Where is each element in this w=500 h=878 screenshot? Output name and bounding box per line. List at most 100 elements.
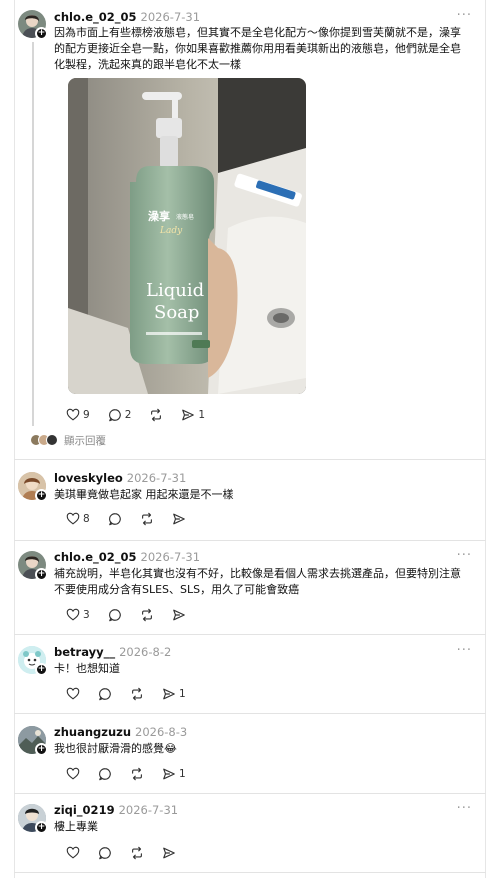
bottle-script-text: Lady (159, 226, 183, 236)
like-button[interactable] (66, 767, 80, 781)
divider (14, 459, 486, 460)
divider (14, 540, 486, 541)
username[interactable]: betrayy__ (54, 645, 115, 659)
post-header: chlo.e_02_05 2026-7-31 (54, 550, 200, 564)
post-actions (66, 845, 194, 861)
share-icon (182, 409, 195, 421)
reply-avatar (46, 434, 58, 446)
username[interactable]: chlo.e_02_05 (54, 10, 137, 24)
follow-plus-icon[interactable]: + (18, 726, 48, 756)
like-button[interactable]: 8 (66, 512, 90, 526)
share-button[interactable] (172, 608, 186, 622)
timestamp: 2026-7-31 (118, 803, 179, 817)
repost-button[interactable] (130, 846, 144, 860)
comment-button[interactable] (98, 846, 112, 860)
like-count: 8 (83, 513, 90, 525)
bottle-brand-sub-text: 液態皂 (176, 213, 194, 221)
share-count: 1 (179, 688, 186, 700)
share-button[interactable] (162, 846, 176, 860)
like-count: 3 (83, 609, 90, 621)
more-icon[interactable]: ··· (457, 801, 472, 816)
comment-button[interactable] (108, 512, 122, 526)
post-actions: 1 (66, 686, 204, 702)
post-image[interactable]: 澡享 液態皂 Lady Liquid Soap (68, 78, 306, 394)
more-icon[interactable]: ··· (457, 643, 472, 658)
post-text: 補充說明，半皂化其實也沒有不好，比較像是看個人需求去挑選產品，但要特別注意不要使… (54, 567, 461, 596)
like-button[interactable]: 9 (66, 408, 90, 422)
share-button[interactable]: 1 (162, 687, 186, 701)
comment-icon (108, 409, 121, 422)
follow-plus-icon[interactable]: + (18, 551, 48, 581)
heart-icon (66, 408, 80, 421)
post-text: 因為市面上有些標榜液態皂，但其實不是全皂化配方～像你提到雪芙蘭就不是，澡享的配方… (54, 26, 461, 71)
like-button[interactable] (66, 846, 80, 860)
follow-plus-icon[interactable]: + (18, 646, 48, 676)
follow-plus-icon[interactable]: + (18, 804, 48, 834)
repost-button[interactable] (130, 767, 144, 781)
comment-button[interactable] (98, 767, 112, 781)
bottle-brand-text: 澡享 (148, 209, 170, 223)
post-text: 卡！也想知道 (54, 662, 120, 675)
post-actions: 1 (66, 766, 204, 782)
follow-plus-icon[interactable]: + (18, 472, 48, 502)
divider (14, 634, 486, 635)
post-text: 我也很討厭滑滑的感覺😂 (54, 742, 177, 755)
heart-icon (66, 512, 80, 525)
post-header: loveskyleo 2026-7-31 (54, 471, 186, 485)
show-replies[interactable]: 顯示回覆 (30, 432, 106, 448)
share-icon (172, 513, 185, 525)
comment-button[interactable] (98, 687, 112, 701)
timestamp: 2026-7-31 (140, 10, 201, 24)
username[interactable]: loveskyleo (54, 471, 123, 485)
divider (14, 713, 486, 714)
share-button[interactable]: 1 (162, 767, 186, 781)
timestamp: 2026-7-31 (126, 471, 187, 485)
like-button[interactable] (66, 687, 80, 701)
more-icon[interactable]: ··· (457, 548, 472, 563)
show-replies-label: 顯示回覆 (64, 434, 106, 447)
thread-line (32, 42, 34, 426)
post-actions: 8 (66, 511, 204, 527)
share-icon (163, 847, 175, 859)
post-header: chlo.e_02_05 2026-7-31 (54, 10, 200, 24)
post-actions: 9 2 1 (66, 407, 223, 423)
more-icon[interactable]: ··· (457, 8, 472, 23)
username[interactable]: chlo.e_02_05 (54, 550, 137, 564)
timestamp: 2026-8-3 (135, 725, 188, 739)
comment-icon (108, 609, 121, 622)
repost-button[interactable] (149, 408, 163, 422)
username[interactable]: ziqi_0219 (54, 803, 115, 817)
comment-icon (99, 768, 111, 781)
comment-button[interactable] (108, 608, 122, 622)
repost-icon (151, 408, 162, 422)
post-header: ziqi_0219 2026-7-31 (54, 803, 178, 817)
heart-icon (66, 687, 80, 700)
comment-icon (99, 847, 111, 860)
follow-plus-icon[interactable]: + (18, 10, 48, 40)
heart-icon (66, 846, 80, 859)
divider (14, 793, 486, 794)
share-icon (163, 768, 175, 780)
share-button[interactable]: 1 (181, 408, 205, 422)
comment-button[interactable]: 2 (108, 408, 132, 422)
share-count: 1 (198, 409, 206, 421)
comment-count: 2 (124, 409, 132, 421)
post-text: 樓上專業 (54, 820, 98, 833)
repost-button[interactable] (140, 512, 154, 526)
repost-icon (132, 687, 142, 701)
like-count: 9 (83, 409, 90, 421)
repost-icon (141, 512, 152, 526)
username[interactable]: zhuangzuzu (54, 725, 131, 739)
repost-icon (141, 608, 152, 622)
bottle-title-line2: Soap (154, 302, 199, 323)
divider (14, 872, 486, 873)
repost-button[interactable] (140, 608, 154, 622)
share-icon (172, 609, 185, 621)
post-text: 美琪畢竟做皂起家 用起來還是不一樣 (54, 488, 234, 501)
bottle-title-line1: Liquid (146, 280, 204, 301)
share-icon (163, 688, 175, 700)
share-button[interactable] (172, 512, 186, 526)
repost-button[interactable] (130, 687, 144, 701)
like-button[interactable]: 3 (66, 608, 90, 622)
heart-icon (66, 767, 80, 780)
